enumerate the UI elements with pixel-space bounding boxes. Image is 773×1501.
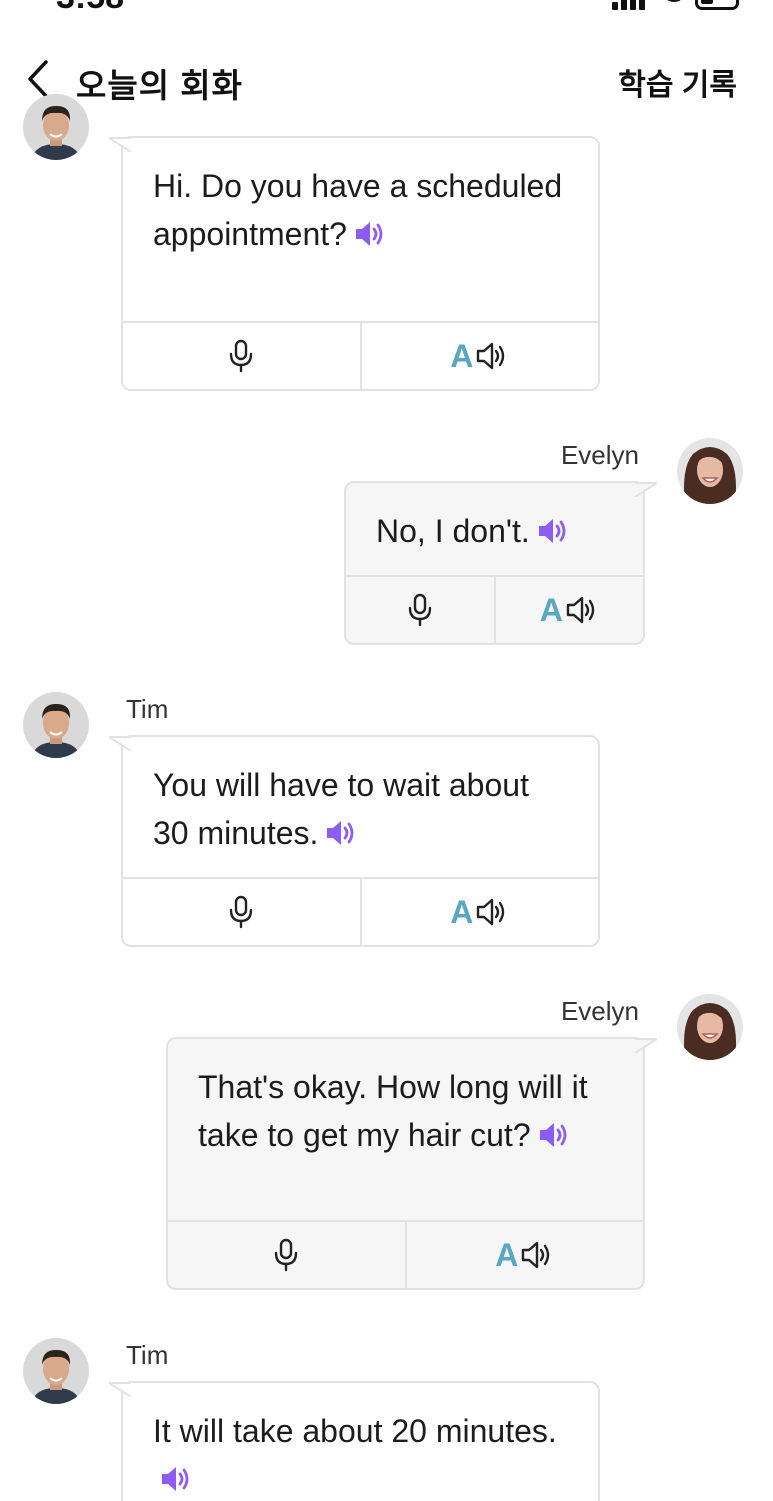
message-text: Hi. Do you have a scheduled appointment?	[153, 168, 563, 252]
speaker-outline-icon	[475, 897, 509, 927]
message-bubble: That's okay. How long will it take to ge…	[166, 1037, 645, 1290]
message-text: That's okay. How long will it take to ge…	[198, 1069, 588, 1153]
status-time: 3:58	[56, 0, 124, 17]
speaker-icon[interactable]	[353, 219, 387, 249]
message-bubble: No, I don't. A	[344, 481, 645, 645]
record-button[interactable]	[123, 879, 360, 945]
translate-listen-button[interactable]: A	[359, 323, 599, 389]
message-text: You will have to wait about 30 minutes.	[153, 767, 529, 851]
translate-letter: A	[539, 591, 563, 628]
avatar-evelyn	[677, 994, 743, 1060]
message-actions: A	[123, 877, 598, 945]
message-actions: A	[346, 575, 643, 643]
message-bubble: You will have to wait about 30 minutes. …	[121, 735, 600, 947]
bubble-tail	[635, 1037, 657, 1053]
battery-icon	[695, 0, 739, 10]
sender-name: Evelyn	[560, 440, 639, 470]
translate-listen-button[interactable]: A	[493, 577, 644, 643]
bubble-tail	[109, 136, 131, 152]
avatar-tim	[23, 692, 89, 758]
speaker-icon[interactable]	[536, 516, 570, 546]
speaker-icon[interactable]	[159, 1464, 193, 1494]
record-button[interactable]	[168, 1222, 405, 1288]
translate-letter: A	[450, 337, 474, 374]
record-button[interactable]	[123, 323, 360, 389]
speaker-icon[interactable]	[537, 1120, 571, 1150]
study-history-button[interactable]: 학습 기록	[618, 60, 737, 104]
avatar-tim	[23, 1338, 89, 1404]
message-actions: A	[168, 1220, 643, 1288]
message-actions: A	[123, 321, 598, 389]
translate-letter: A	[495, 1236, 519, 1273]
header: 오늘의 회화 학습 기록	[0, 44, 773, 114]
page-title: 오늘의 회화	[76, 67, 243, 104]
message-text: It will take about 20 minutes.	[153, 1407, 570, 1501]
sender-name: Tim	[126, 694, 169, 724]
speaker-outline-icon	[565, 595, 599, 625]
microphone-icon	[273, 1238, 299, 1272]
message-bubble: It will take about 20 minutes.	[121, 1381, 600, 1501]
sender-name: Evelyn	[560, 996, 639, 1026]
speaker-outline-icon	[475, 341, 509, 371]
bubble-tail	[109, 1381, 131, 1397]
microphone-icon	[407, 593, 433, 627]
message-bubble: Hi. Do you have a scheduled appointment?…	[121, 136, 600, 391]
record-button[interactable]	[346, 577, 494, 643]
bubble-tail	[109, 735, 131, 751]
bubble-tail	[635, 481, 657, 497]
translate-letter: A	[450, 893, 474, 930]
speaker-outline-icon	[520, 1240, 554, 1270]
sender-name: Tim	[126, 1340, 169, 1370]
message-text: No, I don't.	[376, 507, 615, 555]
microphone-icon	[228, 895, 254, 929]
avatar-tim	[23, 94, 89, 160]
translate-listen-button[interactable]: A	[404, 1222, 644, 1288]
translate-listen-button[interactable]: A	[359, 879, 599, 945]
microphone-icon	[228, 339, 254, 373]
status-icons	[612, 0, 739, 10]
speaker-icon[interactable]	[324, 818, 358, 848]
avatar-evelyn	[677, 438, 743, 504]
signal-icon	[612, 0, 645, 10]
wifi-icon	[659, 0, 686, 10]
